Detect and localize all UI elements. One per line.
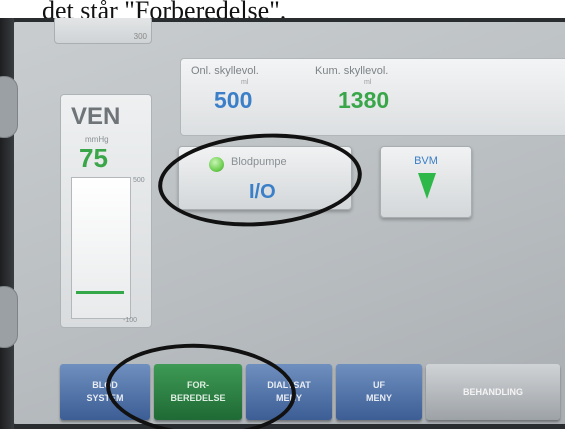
nav-blood-system[interactable]: BLOD SYSTEM	[60, 364, 150, 420]
blood-pump-state: I/O	[249, 181, 276, 203]
venous-pressure-panel[interactable]: VEN mmHg 75 500 -100	[60, 94, 152, 328]
nav-blood-system-line1: BLOD	[92, 380, 118, 390]
nav-dialysate-line2: MENY	[275, 393, 302, 403]
online-rinse-label: Onl. skyllevol.	[191, 65, 259, 77]
bezel-knob-lower	[0, 286, 18, 348]
blood-pump-label: Blodpumpe	[231, 156, 287, 168]
ven-scale-min: -100	[123, 317, 138, 324]
ven-level-bar	[76, 291, 124, 294]
bezel-knob-upper	[0, 76, 18, 138]
nav-uf-line2: MENY	[365, 393, 392, 403]
online-rinse-unit: ml	[241, 79, 249, 86]
blood-pump-button[interactable]: Blodpumpe I/O	[178, 146, 352, 210]
top-panel-tab: 300	[54, 18, 152, 44]
nav-dialysate-menu[interactable]: DIALYSAT MENY	[246, 364, 332, 420]
ven-value: 75	[79, 143, 108, 173]
dialysis-screen: 300 VEN mmHg 75 500 -100 Onl. skyllevol.…	[10, 18, 565, 429]
pump-status-led-icon	[209, 157, 224, 172]
nav-uf-menu[interactable]: UF MENY	[336, 364, 422, 420]
nav-blood-system-line2: SYSTEM	[86, 393, 124, 403]
ven-title: VEN	[71, 103, 121, 130]
nav-uf-line1: UF	[372, 380, 385, 390]
cumulative-rinse-label: Kum. skyllevol.	[315, 65, 389, 77]
cumulative-rinse-value: 1380	[338, 87, 390, 113]
rinse-volume-panel: Onl. skyllevol. ml 500 Kum. skyllevol. m…	[180, 58, 565, 136]
nav-preparation-line2: BEREDELSE	[170, 393, 226, 403]
bvm-button[interactable]: BVM	[380, 146, 472, 218]
cumulative-rinse-unit: ml	[364, 79, 372, 86]
nav-preparation-line1: FOR-	[186, 380, 209, 390]
online-rinse-value: 500	[214, 87, 253, 113]
ven-scale-max: 500	[133, 177, 145, 184]
nav-dialysate-line1: DIALYSAT	[267, 380, 311, 390]
nav-treatment[interactable]: BEHANDLING	[426, 364, 560, 420]
nav-preparation[interactable]: FOR- BEREDELSE	[154, 364, 242, 420]
bvm-label: BVM	[414, 155, 438, 167]
nav-treatment-label: BEHANDLING	[463, 386, 523, 397]
top-scale-label: 300	[133, 32, 147, 41]
ven-scale	[71, 177, 131, 319]
bvm-indicator-icon	[418, 173, 436, 199]
monitor-photo: 300 VEN mmHg 75 500 -100 Onl. skyllevol.…	[0, 18, 565, 429]
